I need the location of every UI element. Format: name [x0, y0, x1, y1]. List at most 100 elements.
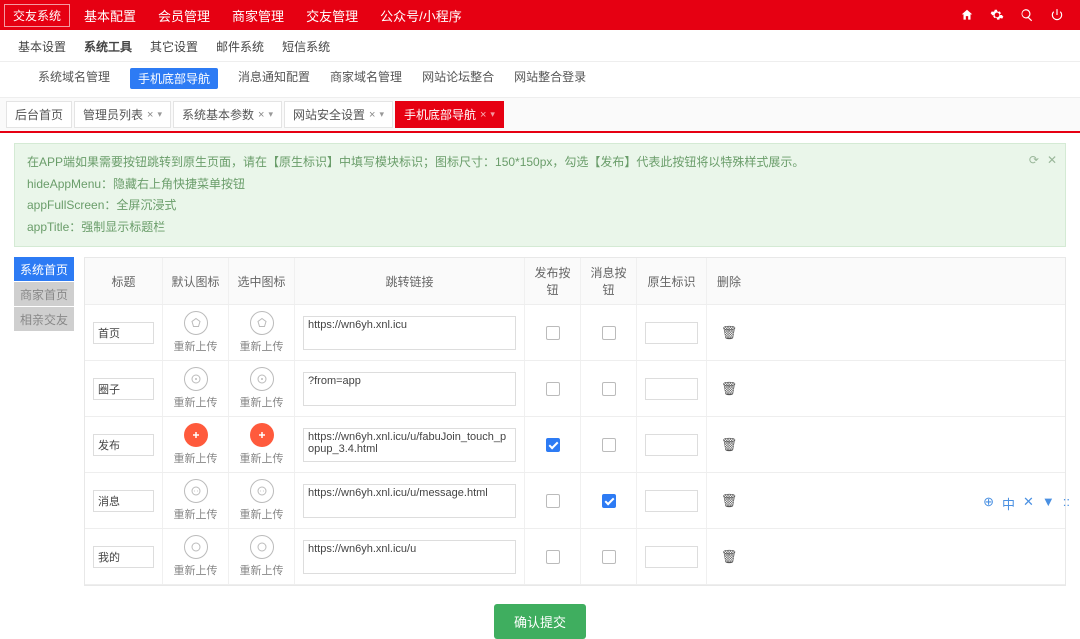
- message-checkbox[interactable]: [602, 438, 616, 452]
- menu-merchant[interactable]: 商家管理: [232, 6, 284, 25]
- subtab-0[interactable]: 基本设置: [18, 38, 66, 55]
- breadcrumb-close-icon[interactable]: ×: [147, 109, 153, 121]
- reupload-default[interactable]: 重新上传: [174, 506, 218, 522]
- title-input[interactable]: [93, 490, 154, 512]
- info-close-icon[interactable]: ✕: [1047, 150, 1057, 172]
- active-icon[interactable]: [250, 367, 274, 391]
- link-input[interactable]: ?from=app: [303, 372, 516, 406]
- breadcrumb-close-icon[interactable]: ×: [369, 109, 375, 121]
- publish-checkbox[interactable]: [546, 494, 560, 508]
- info-line-4: appTitle：强制显示标题栏: [27, 217, 1053, 239]
- st2-3[interactable]: 商家域名管理: [330, 68, 402, 89]
- breadcrumb-caret-icon[interactable]: ▾: [157, 109, 162, 120]
- breadcrumb-item[interactable]: 网站安全设置×▾: [284, 101, 393, 128]
- status-3[interactable]: ▼: [1042, 494, 1055, 513]
- reupload-default[interactable]: 重新上传: [174, 562, 218, 578]
- default-icon[interactable]: [184, 535, 208, 559]
- status-1[interactable]: 中: [1002, 494, 1015, 513]
- side-system-home[interactable]: 系统首页: [14, 257, 74, 281]
- breadcrumb-caret-icon[interactable]: ▾: [268, 109, 273, 120]
- reupload-active[interactable]: 重新上传: [240, 450, 284, 466]
- reupload-active[interactable]: 重新上传: [240, 394, 284, 410]
- breadcrumb-item[interactable]: 手机底部导航×▾: [395, 101, 504, 128]
- native-input[interactable]: [645, 322, 698, 344]
- publish-checkbox[interactable]: [546, 382, 560, 396]
- search-icon[interactable]: [1020, 8, 1034, 22]
- native-input[interactable]: [645, 490, 698, 512]
- message-checkbox[interactable]: [602, 494, 616, 508]
- info-refresh-icon[interactable]: ⟳: [1029, 150, 1039, 172]
- reupload-default[interactable]: 重新上传: [174, 450, 218, 466]
- publish-checkbox[interactable]: [546, 438, 560, 452]
- side-tabs: 系统首页 商家首页 相亲交友: [14, 257, 74, 586]
- active-icon[interactable]: [250, 535, 274, 559]
- info-line-2: hideAppMenu：隐藏右上角快捷菜单按钮: [27, 174, 1053, 196]
- subtab-4[interactable]: 短信系统: [282, 38, 330, 55]
- title-input[interactable]: [93, 322, 154, 344]
- breadcrumb-close-icon[interactable]: ×: [480, 109, 486, 121]
- menu-member[interactable]: 会员管理: [158, 6, 210, 25]
- delete-icon[interactable]: 🗑: [721, 437, 738, 453]
- power-icon[interactable]: [1050, 8, 1064, 22]
- message-checkbox[interactable]: [602, 326, 616, 340]
- delete-icon[interactable]: 🗑: [721, 549, 738, 565]
- st2-0[interactable]: 系统域名管理: [38, 68, 110, 89]
- submit-button[interactable]: 确认提交: [494, 604, 586, 639]
- side-merchant-home[interactable]: 商家首页: [14, 282, 74, 306]
- th-link: 跳转链接: [295, 258, 525, 304]
- st2-4[interactable]: 网站论坛整合: [422, 68, 494, 89]
- breadcrumb-close-icon[interactable]: ×: [258, 109, 264, 121]
- menu-dating[interactable]: 交友管理: [306, 6, 358, 25]
- side-dating[interactable]: 相亲交友: [14, 307, 74, 331]
- gear-icon[interactable]: [990, 8, 1004, 22]
- reupload-active[interactable]: 重新上传: [240, 338, 284, 354]
- message-checkbox[interactable]: [602, 382, 616, 396]
- active-icon[interactable]: [250, 423, 274, 447]
- native-input[interactable]: [645, 434, 698, 456]
- breadcrumb-item[interactable]: 管理员列表×▾: [74, 101, 171, 128]
- subtab-2[interactable]: 其它设置: [150, 38, 198, 55]
- publish-checkbox[interactable]: [546, 550, 560, 564]
- native-input[interactable]: [645, 546, 698, 568]
- delete-icon[interactable]: 🗑: [721, 493, 738, 509]
- menu-wechat[interactable]: 公众号/小程序: [380, 6, 462, 25]
- active-icon[interactable]: [250, 311, 274, 335]
- default-icon[interactable]: [184, 311, 208, 335]
- default-icon[interactable]: [184, 423, 208, 447]
- default-icon[interactable]: [184, 479, 208, 503]
- title-input[interactable]: [93, 546, 154, 568]
- active-icon[interactable]: [250, 479, 274, 503]
- st2-2[interactable]: 消息通知配置: [238, 68, 310, 89]
- breadcrumb-caret-icon[interactable]: ▾: [379, 109, 384, 120]
- system-name[interactable]: 交友系统: [4, 4, 70, 27]
- native-input[interactable]: [645, 378, 698, 400]
- reupload-default[interactable]: 重新上传: [174, 394, 218, 410]
- title-input[interactable]: [93, 434, 154, 456]
- st2-5[interactable]: 网站整合登录: [514, 68, 586, 89]
- subtab-3[interactable]: 邮件系统: [216, 38, 264, 55]
- breadcrumb-caret-icon[interactable]: ▾: [490, 109, 495, 120]
- delete-icon[interactable]: 🗑: [721, 381, 738, 397]
- reupload-active[interactable]: 重新上传: [240, 562, 284, 578]
- breadcrumb-item[interactable]: 后台首页: [6, 101, 72, 128]
- link-input[interactable]: https://wn6yh.xnl.icu/u: [303, 540, 516, 574]
- link-input[interactable]: https://wn6yh.xnl.icu/u/message.html: [303, 484, 516, 518]
- title-input[interactable]: [93, 378, 154, 400]
- home-icon[interactable]: [960, 8, 974, 22]
- delete-icon[interactable]: 🗑: [721, 325, 738, 341]
- reupload-default[interactable]: 重新上传: [174, 338, 218, 354]
- publish-checkbox[interactable]: [546, 326, 560, 340]
- table-row: 重新上传 重新上传 https://wn6yh.xnl.icu 🗑: [85, 305, 1065, 361]
- link-input[interactable]: https://wn6yh.xnl.icu: [303, 316, 516, 350]
- subtab-1[interactable]: 系统工具: [84, 38, 132, 55]
- link-input[interactable]: https://wn6yh.xnl.icu/u/fabuJoin_touch_p…: [303, 428, 516, 462]
- status-2[interactable]: ✕: [1023, 494, 1034, 513]
- st2-1[interactable]: 手机底部导航: [130, 68, 218, 89]
- menu-basic[interactable]: 基本配置: [84, 6, 136, 25]
- status-4[interactable]: ::: [1063, 494, 1070, 513]
- status-0[interactable]: ⊕: [983, 494, 994, 513]
- reupload-active[interactable]: 重新上传: [240, 506, 284, 522]
- message-checkbox[interactable]: [602, 550, 616, 564]
- breadcrumb-item[interactable]: 系统基本参数×▾: [173, 101, 282, 128]
- default-icon[interactable]: [184, 367, 208, 391]
